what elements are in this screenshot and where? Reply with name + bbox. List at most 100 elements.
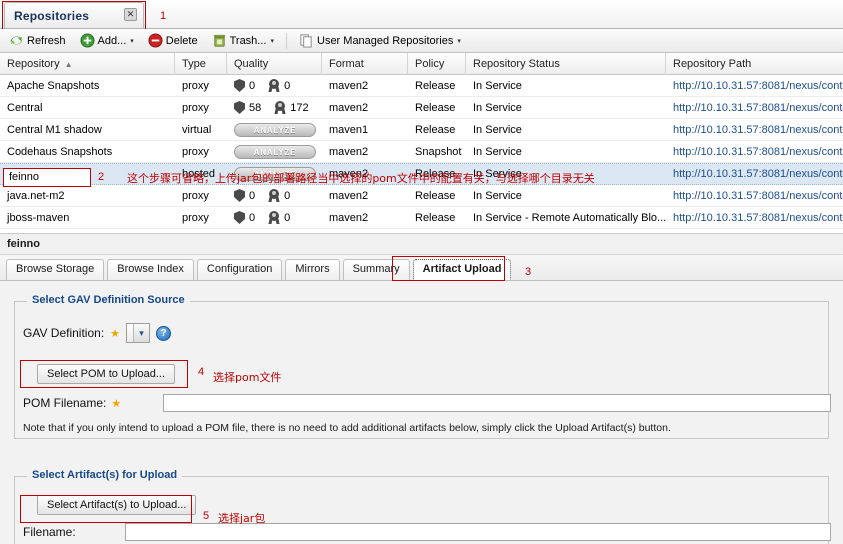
cell-repository-status: In Service — [473, 189, 522, 202]
required-star-icon: ★ — [110, 327, 121, 340]
repository-name-field[interactable]: feinno — [3, 168, 91, 187]
tab-repositories[interactable]: Repositories ✕ — [4, 2, 144, 28]
table-row[interactable]: Codehaus Snapshots proxy ANALYZE maven2 Snap… — [0, 141, 843, 163]
shield-icon — [234, 79, 245, 92]
delete-button[interactable]: Delete — [142, 31, 204, 51]
refresh-label: Refresh — [27, 34, 66, 47]
sort-ascending-icon: ▲ — [64, 59, 73, 69]
license-count: 0 — [284, 79, 291, 92]
column-header-repository-status[interactable]: Repository Status — [466, 53, 666, 75]
copy-pages-icon — [299, 33, 314, 48]
grid-body: Apache Snapshots proxy 0 0 maven2 Release In S… — [0, 75, 843, 229]
cell-repository-path: http://10.10.31.57:8081/nexus/conte — [673, 189, 843, 202]
annotation-text-4: 选择pom文件 — [213, 371, 282, 384]
detail-tabs: Browse Storage Browse Index Configuration M… — [0, 255, 843, 281]
detail-panel-title: feinno — [0, 233, 843, 255]
annotation-text-2: 这个步骤可省略，上传jar包的部署路径当中选择的pom文件中的配置有关，与选择哪… — [127, 172, 595, 185]
cell-repository-path: http://10.10.31.57:8081/nexus/conte — [673, 168, 843, 180]
cell-type: proxy — [182, 145, 209, 158]
column-header-policy[interactable]: Policy — [408, 53, 466, 75]
cell-type: proxy — [182, 79, 209, 92]
user-managed-repositories-button[interactable]: User Managed Repositories ▾ — [293, 31, 467, 51]
gav-definition-select[interactable]: ▾ — [126, 323, 151, 343]
shield-icon — [234, 101, 245, 114]
trash-button[interactable]: Trash... ▾ — [206, 31, 280, 51]
cell-format: maven2 — [329, 211, 369, 224]
repositories-toolbar: Refresh Add... ▾ Delete Trash... ▾ User … — [0, 29, 843, 53]
select-artifacts-to-upload-button[interactable]: Select Artifact(s) to Upload... — [37, 495, 197, 515]
pom-filename-input[interactable] — [163, 394, 831, 412]
cell-repository-path: http://10.10.31.57:8081/nexus/conte — [673, 101, 843, 114]
toolbar-separator — [286, 32, 287, 49]
cell-quality: 58 172 — [227, 97, 322, 119]
trash-label: Trash... — [229, 34, 267, 47]
help-icon[interactable]: ? — [156, 325, 172, 341]
trash-icon — [212, 33, 227, 48]
user-managed-label: User Managed Repositories — [317, 34, 454, 47]
cell-repository-status: In Service — [473, 101, 522, 114]
cell-format: maven2 — [329, 79, 369, 92]
cell-repository-status: In Service — [473, 145, 522, 158]
required-star-icon: ★ — [111, 397, 122, 410]
pom-upload-note: Note that if you only intend to upload a… — [23, 422, 671, 434]
select-pom-to-upload-button[interactable]: Select POM to Upload... — [37, 364, 175, 384]
analyze-button[interactable]: ANALYZE — [234, 144, 316, 159]
license-ribbon-icon — [268, 211, 280, 224]
table-row[interactable]: java.net-m2 proxy 0 0 maven2 Release In Servic… — [0, 185, 843, 207]
table-row[interactable]: Central M1 shadow virtual ANALYZE maven1 Rel… — [0, 119, 843, 141]
tab-summary[interactable]: Summary — [342, 259, 410, 280]
annotation-text-5: 选择jar包 — [218, 512, 266, 525]
cell-policy: Release — [415, 79, 456, 92]
cell-type: proxy — [182, 189, 209, 202]
table-row[interactable]: Central proxy 58 172 maven2 Release In Service… — [0, 97, 843, 119]
cell-policy: Release — [415, 211, 456, 224]
tab-configuration[interactable]: Configuration — [196, 259, 283, 280]
add-icon — [80, 33, 95, 48]
cell-policy: Release — [415, 123, 456, 136]
cell-repository-path: http://10.10.31.57:8081/nexus/conte — [673, 145, 843, 158]
annotation-number-1: 1 — [160, 10, 167, 22]
license-count: 0 — [284, 211, 291, 224]
column-header-type[interactable]: Type — [175, 53, 227, 75]
delete-icon — [148, 33, 163, 48]
chevron-down-icon[interactable]: ▾ — [133, 324, 150, 342]
column-header-quality[interactable]: Quality — [227, 53, 322, 75]
artifact-upload-legend: Select Artifact(s) for Upload — [27, 469, 183, 481]
chevron-down-icon[interactable]: ▾ — [270, 37, 274, 45]
cell-format: maven2 — [329, 189, 369, 202]
security-count: 0 — [249, 211, 256, 224]
security-count: 0 — [249, 79, 256, 92]
tab-artifact-upload[interactable]: Artifact Upload — [412, 259, 512, 280]
cell-repository-path: http://10.10.31.57:8081/nexus/conte — [673, 211, 843, 224]
add-label: Add... — [97, 34, 127, 47]
shield-icon — [234, 211, 245, 224]
table-row[interactable]: Apache Snapshots proxy 0 0 maven2 Release In S… — [0, 75, 843, 97]
artifact-upload-fieldset: Select Artifact(s) for Upload Select Art… — [14, 469, 831, 544]
tab-mirrors[interactable]: Mirrors — [285, 259, 340, 280]
column-header-repository[interactable]: Repository ▲ — [0, 53, 175, 75]
table-row[interactable]: jboss-maven proxy 0 0 maven2 Release In Servic… — [0, 207, 843, 229]
shield-icon — [234, 189, 245, 202]
tab-browse-index[interactable]: Browse Index — [107, 259, 194, 280]
cell-policy: Snapshot — [415, 145, 462, 158]
cell-repository-status: In Service — [473, 123, 522, 136]
column-header-repository-path[interactable]: Repository Path — [666, 53, 843, 75]
cell-repository: jboss-maven — [7, 211, 70, 224]
refresh-button[interactable]: Refresh — [3, 31, 72, 51]
cell-repository: Central M1 shadow — [7, 123, 102, 136]
license-ribbon-icon — [274, 101, 286, 114]
cell-repository: Apache Snapshots — [7, 79, 100, 92]
cell-quality: ANALYZE — [227, 119, 322, 141]
add-button[interactable]: Add... ▾ — [74, 31, 140, 51]
security-count: 0 — [249, 189, 256, 202]
cell-repository-path: http://10.10.31.57:8081/nexus/conte — [673, 79, 843, 92]
chevron-down-icon[interactable]: ▾ — [130, 37, 134, 45]
tab-browse-storage[interactable]: Browse Storage — [6, 259, 105, 280]
security-count: 58 — [249, 101, 262, 114]
cell-quality: 00 — [227, 185, 322, 207]
grid-header-row: Repository ▲ Type Quality Format Policy … — [0, 53, 843, 75]
column-header-format[interactable]: Format — [322, 53, 408, 75]
analyze-button[interactable]: ANALYZE — [234, 122, 316, 137]
close-icon[interactable]: ✕ — [124, 8, 137, 21]
chevron-down-icon[interactable]: ▾ — [457, 37, 461, 45]
